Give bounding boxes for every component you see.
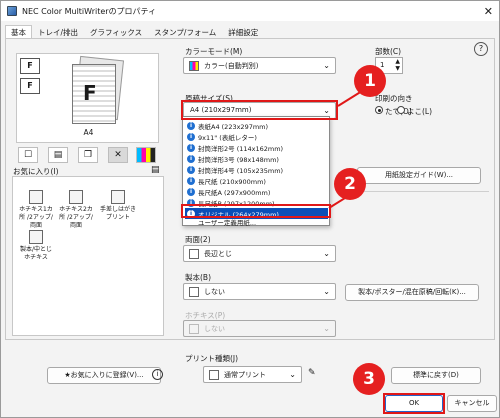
booklet-label: 製本(B) bbox=[185, 273, 211, 282]
color-icon[interactable] bbox=[136, 147, 156, 163]
landscape-label: よこ(L) bbox=[407, 107, 433, 116]
duplex-icon bbox=[189, 249, 199, 259]
favorites-menu-icon[interactable]: ▤ bbox=[151, 165, 160, 175]
copies-value: 1 bbox=[380, 61, 385, 69]
favorite-item[interactable]: ホチキス2カ所 /2アップ/両面 bbox=[58, 190, 94, 230]
booklet-select[interactable]: しない ⌄ bbox=[183, 283, 336, 300]
paper-preview: F bbox=[72, 64, 116, 124]
callout-badge-3: 3 bbox=[353, 363, 385, 395]
booklet-icon[interactable]: ▤ bbox=[48, 147, 68, 163]
landscape-radio[interactable] bbox=[397, 106, 405, 114]
tools-icon[interactable]: ✕ bbox=[108, 147, 128, 163]
orientation-label: 印刷の向き bbox=[375, 94, 413, 103]
dropdown-option[interactable]: i 9x11" (表紙レター) bbox=[185, 131, 328, 142]
paper-settings-guide-button[interactable]: 用紙設定ガイド(W)... bbox=[357, 167, 481, 184]
dropdown-option[interactable]: i 長尺紙 (210x900mm) bbox=[185, 175, 328, 186]
chevron-down-icon: ⌄ bbox=[323, 249, 330, 258]
dropdown-option[interactable]: ユーザー定義用紙... bbox=[185, 218, 328, 226]
copies-icon: F bbox=[20, 78, 40, 94]
print-type-select[interactable]: 通常プリント ⌄ bbox=[203, 366, 302, 383]
properties-window: NEC Color MultiWriterのプロパティ ✕ 基本 トレイ/排出 … bbox=[0, 0, 500, 418]
favorite-item[interactable]: 手差しはがき プリント bbox=[100, 190, 136, 222]
callout-highlight-ok bbox=[383, 393, 445, 414]
copies-label: 部数(C) bbox=[375, 47, 402, 56]
add-favorite-button[interactable]: ★お気に入りに登録(V)... bbox=[47, 367, 161, 384]
paper-size-label: A4 bbox=[83, 128, 94, 137]
reset-defaults-button[interactable]: 標準に戻す(D) bbox=[391, 367, 481, 384]
callout-badge-2: 2 bbox=[334, 168, 366, 200]
favorite-item[interactable]: ホチキス1カ所 /2アップ/両面 bbox=[18, 190, 54, 230]
staple-select: しない ⌄ bbox=[183, 320, 336, 337]
tab-stamp-form[interactable]: スタンプ/フォーム bbox=[148, 25, 222, 39]
pencil-icon[interactable]: ✎ bbox=[308, 368, 316, 378]
tab-bar: 基本 トレイ/排出 グラフィックス スタンプ/フォーム 詳細設定 bbox=[5, 25, 264, 39]
dropdown-option[interactable]: i 長尺紙A (297x900mm) bbox=[185, 186, 328, 197]
multi-page-icon[interactable]: ❐ bbox=[78, 147, 98, 163]
chevron-down-icon: ⌄ bbox=[323, 287, 330, 296]
print-type-label: プリント種類(J) bbox=[185, 354, 239, 363]
duplex-label: 両面(2) bbox=[185, 235, 211, 244]
booklet-icon bbox=[189, 287, 199, 297]
color-mode-select[interactable]: カラー(自動判別) ⌄ bbox=[183, 57, 336, 74]
info-icon: i bbox=[187, 154, 195, 163]
dropdown-option[interactable]: i 表紙A4 (223x297mm) bbox=[185, 120, 328, 131]
favorite-item[interactable]: 製本/中とじ ホチキス bbox=[18, 230, 54, 262]
page-layout-icon: F bbox=[20, 58, 40, 74]
portrait-radio[interactable] bbox=[375, 106, 383, 114]
dropdown-option[interactable]: i 封筒洋形3号 (98x148mm) bbox=[185, 153, 328, 164]
chevron-down-icon: ⌄ bbox=[289, 370, 296, 379]
close-icon[interactable]: ✕ bbox=[484, 5, 493, 18]
info-icon: i bbox=[187, 143, 195, 152]
chevron-down-icon: ⌄ bbox=[323, 324, 330, 333]
window-title: NEC Color MultiWriterのプロパティ bbox=[22, 6, 157, 16]
title-bar: NEC Color MultiWriterのプロパティ ✕ bbox=[1, 1, 499, 21]
callout-badge-1: 1 bbox=[354, 65, 386, 97]
page-letter: F bbox=[83, 81, 97, 105]
print-type-icon bbox=[209, 370, 219, 380]
help-icon[interactable]: ? bbox=[474, 42, 488, 56]
booklet-poster-button[interactable]: 製本/ポスター/混在原稿/回転(K)... bbox=[345, 284, 479, 301]
stepper-arrows-icon[interactable]: ▲ ▼ bbox=[395, 58, 400, 72]
dropdown-option[interactable]: i 封筒洋形2号 (114x162mm) bbox=[185, 142, 328, 153]
chevron-down-icon: ⌄ bbox=[323, 61, 330, 70]
cancel-button[interactable]: キャンセル bbox=[447, 395, 497, 412]
info-icon: i bbox=[187, 187, 195, 196]
print-preview: F F F A4 bbox=[16, 53, 159, 143]
callout-highlight-paper-size bbox=[181, 100, 338, 120]
info-icon[interactable]: i bbox=[152, 369, 163, 380]
color-mode-label: カラーモード(M) bbox=[185, 47, 243, 56]
info-icon: i bbox=[187, 121, 195, 130]
single-page-icon[interactable]: ☐ bbox=[18, 147, 38, 163]
dropdown-option[interactable]: i 封筒洋形4号 (105x235mm) bbox=[185, 164, 328, 175]
callout-highlight-original bbox=[181, 204, 331, 218]
favorites-list: ホチキス1カ所 /2アップ/両面 ホチキス2カ所 /2アップ/両面 手差しはがき… bbox=[12, 176, 164, 336]
info-icon: i bbox=[187, 132, 195, 141]
printer-app-icon bbox=[7, 6, 17, 16]
tab-basic[interactable]: 基本 bbox=[5, 25, 32, 39]
tab-advanced[interactable]: 詳細設定 bbox=[222, 25, 264, 39]
info-icon: i bbox=[187, 165, 195, 174]
duplex-select[interactable]: 長辺とじ ⌄ bbox=[183, 245, 336, 262]
tab-tray-output[interactable]: トレイ/排出 bbox=[32, 25, 84, 39]
info-icon: i bbox=[187, 176, 195, 185]
tab-graphics[interactable]: グラフィックス bbox=[84, 25, 148, 39]
color-mode-icon bbox=[189, 61, 199, 71]
staple-icon bbox=[189, 324, 199, 334]
